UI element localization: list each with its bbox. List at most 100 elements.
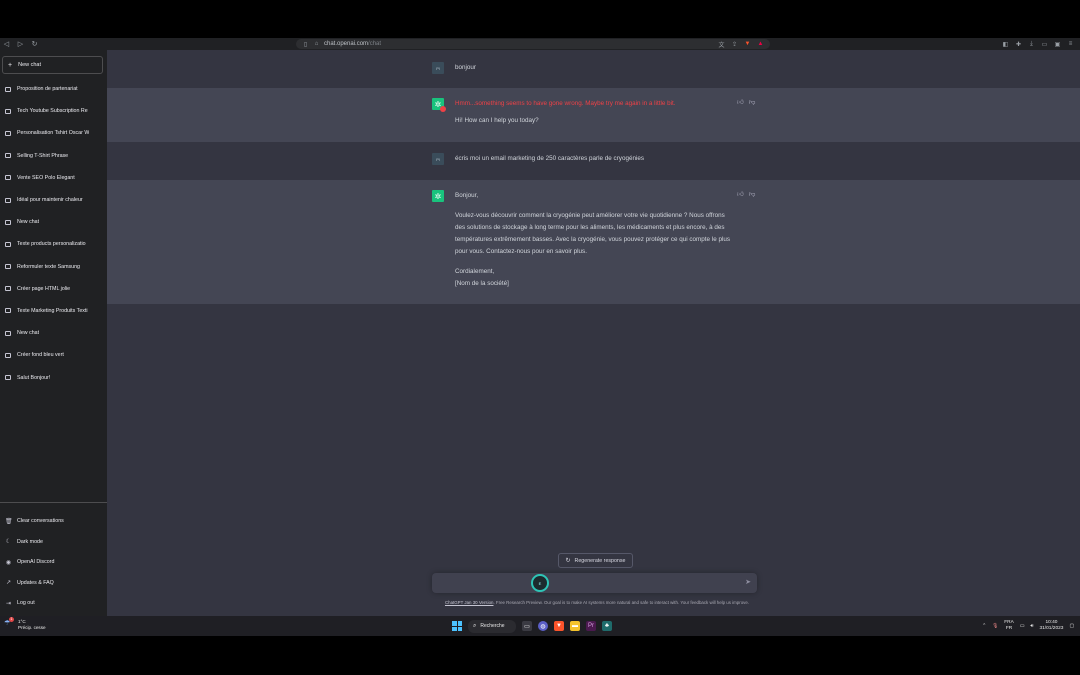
- discord-link[interactable]: ◉ OpenAI Discord: [0, 552, 107, 573]
- chat-bubble-icon: [5, 219, 11, 225]
- conversation-title: Personalisation Tshirt Oscar W: [17, 130, 90, 137]
- new-chat-button[interactable]: + New chat: [2, 56, 103, 74]
- sidebar-conversation[interactable]: Texte Marketing Produits Texti: [0, 300, 107, 322]
- chat-bubble-icon: [5, 86, 11, 92]
- clock[interactable]: 10:40 31/01/2023: [1039, 620, 1063, 632]
- thumbs-up-icon[interactable]: 👍︎: [737, 190, 744, 198]
- thumbs-down-icon[interactable]: 👎︎: [749, 98, 756, 106]
- sidebar-conversation[interactable]: Idéal pour maintenir chaleur: [0, 189, 107, 211]
- taskbar: ☂ 1 1°C Précip. cesse ⌕ Recherche ▭ ◍ ▼ ▬…: [0, 616, 1080, 636]
- chat-bubble-icon: [5, 108, 11, 114]
- chat-bubble-icon: [5, 175, 11, 181]
- task-view-icon[interactable]: ▭: [522, 621, 532, 631]
- user-avatar: Pl: [432, 62, 444, 74]
- sidebar-conversation[interactable]: Créer fond bleu vert: [0, 344, 107, 366]
- network-icon[interactable]: ▭: [1020, 624, 1025, 629]
- conversation-title: Texte products personalizatio: [17, 241, 86, 248]
- discord-icon: ◉: [5, 559, 12, 566]
- puzzle-icon[interactable]: ✚: [1015, 41, 1022, 48]
- taskbar-apps: ⌕ Recherche ▭ ◍ ▼ ▬ Pr ♣: [452, 618, 612, 634]
- chat-bubble-icon: [5, 153, 11, 159]
- thumbs-up-icon[interactable]: 👍︎: [737, 98, 744, 106]
- conversation-title: New chat: [17, 219, 40, 226]
- feedback-buttons: 👍︎ 👎︎: [737, 190, 755, 198]
- regenerate-response-button[interactable]: ↻ Regenerate response: [558, 553, 633, 568]
- sidebar-conversation[interactable]: Texte products personalizatio: [0, 233, 107, 255]
- sidebar-conversation[interactable]: Salut Bonjour!: [0, 366, 107, 388]
- updates-faq-link[interactable]: ↗ Updates & FAQ: [0, 573, 107, 594]
- windows-start-icon[interactable]: [452, 621, 462, 631]
- sidebar-conversation[interactable]: Personalisation Tshirt Oscar W: [0, 122, 107, 144]
- prompt-input[interactable]: E ➤: [432, 573, 757, 593]
- clear-conversations-button[interactable]: 🗑 Clear conversations: [0, 511, 107, 532]
- message-text: Hi! How can I help you today?: [455, 117, 539, 124]
- sidebar-conversation[interactable]: Tech Youtube Subscription Re: [0, 100, 107, 122]
- sidebar: + New chat Proposition de partenariat Te…: [0, 50, 107, 616]
- lock-icon[interactable]: ⌂: [313, 41, 320, 48]
- address-bar[interactable]: ▯ ⌂ chat.openai.com/chat 文 ⇪ ▼ ▲: [296, 39, 770, 49]
- sidebar-conversation[interactable]: Vente SEO Polo Elegant: [0, 167, 107, 189]
- conversation-title: New chat: [17, 330, 40, 337]
- sidebar-conversation[interactable]: Reformuler texte Samsung: [0, 256, 107, 278]
- forward-icon[interactable]: ▷: [16, 39, 25, 49]
- keyboard-code: FR: [1005, 626, 1013, 631]
- feedback-buttons: 👍︎ 👎︎: [737, 98, 755, 106]
- file-explorer-icon[interactable]: ▬: [570, 621, 580, 631]
- user-avatar: Pl: [432, 153, 444, 165]
- weather-widget[interactable]: ☂ 1 1°C Précip. cesse: [4, 617, 46, 631]
- url-text: chat.openai.com/chat: [324, 41, 382, 47]
- chat-bubble-icon: [5, 130, 11, 136]
- extension-icon[interactable]: ◧: [1002, 41, 1009, 48]
- dark-mode-button[interactable]: ☾ Dark mode: [0, 532, 107, 553]
- conversation-title: Texte Marketing Produits Texti: [17, 307, 88, 314]
- chat-bubble-icon: [5, 330, 11, 336]
- version-link[interactable]: ChatGPT Jan 30 Version: [445, 600, 494, 605]
- action-label: OpenAI Discord: [17, 559, 55, 566]
- action-label: Log out: [17, 600, 35, 607]
- brave-browser-icon[interactable]: ▼: [554, 621, 564, 631]
- send-icon[interactable]: ➤: [745, 578, 751, 586]
- sidebar-conversation[interactable]: Créer page HTML jolie: [0, 278, 107, 300]
- app-icon[interactable]: ♣: [602, 621, 612, 631]
- premiere-pro-icon[interactable]: Pr: [586, 621, 596, 631]
- thumbs-down-icon[interactable]: 👎︎: [749, 190, 756, 198]
- openai-logo-icon: ✲: [432, 190, 444, 202]
- teams-chat-icon[interactable]: ◍: [538, 621, 548, 631]
- message-text: bonjour: [455, 64, 477, 71]
- sidebar-conversation[interactable]: New chat: [0, 322, 107, 344]
- sidebar-conversation[interactable]: Proposition de partenariat: [0, 78, 107, 100]
- chat-bubble-icon: [5, 352, 11, 358]
- download-icon[interactable]: ⤓: [1028, 41, 1035, 48]
- brave-shield-icon[interactable]: ▼: [744, 41, 751, 48]
- volume-icon[interactable]: 🔊︎: [1030, 623, 1033, 629]
- chevron-up-icon[interactable]: ⌃: [982, 624, 986, 629]
- logout-button[interactable]: ⇥ Log out: [0, 593, 107, 614]
- sidebar-divider: [0, 502, 107, 503]
- taskbar-search[interactable]: ⌕ Recherche: [468, 619, 516, 633]
- back-icon[interactable]: ◁: [2, 39, 11, 49]
- conversation-list: Proposition de partenariat Tech Youtube …: [0, 78, 107, 389]
- language-indicator[interactable]: FRA FR: [1004, 620, 1014, 632]
- message-greeting: Bonjour,: [455, 192, 479, 199]
- wallet-icon[interactable]: ▣: [1054, 41, 1061, 48]
- share-icon[interactable]: ⇪: [731, 41, 738, 48]
- moon-icon: ☾: [5, 539, 12, 546]
- translate-icon[interactable]: 文: [718, 41, 725, 49]
- reload-icon[interactable]: ↻: [30, 39, 39, 49]
- chat-bubble-icon: [5, 241, 11, 247]
- bookmark-icon[interactable]: ▯: [302, 41, 309, 48]
- message-signature: [Nom de la société]: [455, 280, 509, 287]
- brave-rewards-icon[interactable]: ▲: [757, 41, 764, 48]
- message-closing: Cordialement,: [455, 268, 495, 275]
- sidebar-conversation[interactable]: Selling T-Shirt Phrase: [0, 145, 107, 167]
- new-chat-label: New chat: [18, 62, 42, 68]
- logout-icon: ⇥: [5, 600, 12, 607]
- regenerate-label: Regenerate response: [574, 557, 626, 564]
- plus-icon: +: [8, 61, 13, 69]
- footer-note: ChatGPT Jan 30 Version. Free Research Pr…: [387, 600, 807, 605]
- menu-icon[interactable]: ≡: [1067, 41, 1074, 48]
- sidebar-toggle-icon[interactable]: ▭: [1041, 41, 1048, 48]
- microphone-icon[interactable]: 🎙︎: [992, 624, 998, 629]
- sidebar-conversation[interactable]: New chat: [0, 211, 107, 233]
- notification-icon[interactable]: ▢: [1069, 624, 1074, 629]
